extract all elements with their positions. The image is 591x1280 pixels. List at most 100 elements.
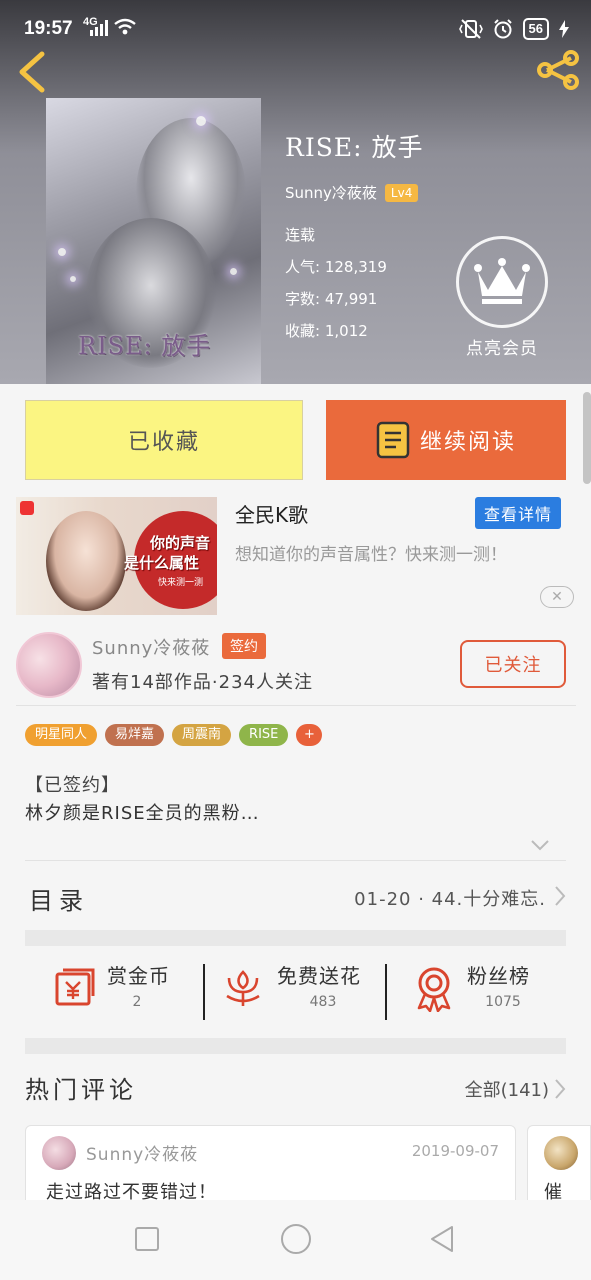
ad-title: 全民K歌 xyxy=(235,503,309,527)
red-envelope-icon xyxy=(55,968,95,1006)
favorites-value: 1,012 xyxy=(324,322,368,340)
ad-app-badge-icon xyxy=(20,501,34,515)
cover-bokeh xyxy=(230,268,237,275)
tag-2[interactable]: 周震南 xyxy=(172,724,232,746)
reward-coins-label: 赏金币 xyxy=(107,964,170,988)
continue-reading-button[interactable]: 继续阅读 xyxy=(326,400,566,480)
popularity-label: 人气: xyxy=(285,258,321,276)
tag-1[interactable]: 易烊嘉 xyxy=(105,724,165,746)
recent-apps-icon[interactable] xyxy=(134,1224,160,1254)
favorites-row: 收藏: 1,012 xyxy=(285,315,423,347)
book-title: RISE: 放手 xyxy=(285,133,424,162)
vibrate-icon xyxy=(458,19,483,39)
chevron-right-icon xyxy=(555,886,566,906)
book-header: 19:57 4G 56 RISE: 放手 RISE: 放手 Sunny冷莜莜 L… xyxy=(0,0,591,384)
book-meta: 连载 人气: 128,319 字数: 47,991 收藏: 1,012 xyxy=(285,219,423,347)
ad-description: 想知道你的声音属性？快来测一测！ xyxy=(235,545,507,565)
avatar[interactable] xyxy=(16,632,82,698)
vip-button[interactable]: 点亮会员 xyxy=(456,236,548,359)
ad-image-small-text: 快来测一测 xyxy=(158,578,204,588)
divider xyxy=(16,705,576,706)
comment-date: 2019-09-07 xyxy=(411,1142,499,1160)
cover-bokeh xyxy=(196,116,206,126)
summary-line-1: 【已签约】 xyxy=(25,775,120,796)
status-time: 19:57 xyxy=(24,18,73,39)
ad-image-text-line2: 是什么属性 xyxy=(124,554,200,572)
author-card[interactable]: Sunny冷莜莜 签约 著有14部作品·234人关注 已关注 xyxy=(16,630,576,702)
author-card-name: Sunny冷莜莜 xyxy=(92,638,211,659)
support-actions: 赏金币 2 免费送花 483 粉丝榜 1075 xyxy=(25,950,566,1030)
medal-icon xyxy=(417,967,451,1012)
chevron-right-icon[interactable] xyxy=(554,1078,566,1100)
send-flowers-count: 483 xyxy=(309,994,337,1010)
tag-list: 明星同人 易烊嘉 周震南 RISE + xyxy=(25,724,323,746)
ad-detail-button[interactable]: 查看详情 xyxy=(474,497,561,529)
words-label: 字数: xyxy=(285,290,321,308)
toc-latest-chapter: 01-20 · 44.十分难忘. xyxy=(354,889,546,910)
author-stats: 著有14部作品·234人关注 xyxy=(92,672,313,693)
home-icon[interactable] xyxy=(280,1222,312,1256)
ad-banner[interactable]: 你的声音 是什么属性 快来测一测 全民K歌 查看详情 想知道你的声音属性？快来测… xyxy=(16,497,576,615)
share-icon[interactable] xyxy=(535,50,581,90)
back-arrow-icon[interactable] xyxy=(14,50,50,94)
section-divider xyxy=(25,930,566,946)
book-cover[interactable]: RISE: 放手 xyxy=(46,98,261,384)
send-flowers-label: 免费送花 xyxy=(277,964,361,988)
words-row: 字数: 47,991 xyxy=(285,283,423,315)
main-content: 已收藏 继续阅读 你的声音 是什么属性 快来测一测 全民K歌 查看详情 想知道你… xyxy=(0,384,591,1215)
add-tag-button[interactable]: + xyxy=(296,724,323,746)
status-bar: 19:57 4G 56 xyxy=(0,0,591,56)
battery-indicator: 56 xyxy=(522,18,549,40)
avatar[interactable] xyxy=(42,1136,76,1170)
back-nav-icon[interactable] xyxy=(428,1224,456,1254)
crown-icon xyxy=(474,258,530,304)
ad-close-icon[interactable]: ✕ xyxy=(540,586,574,608)
system-nav-bar xyxy=(0,1200,591,1280)
author-line: Sunny冷莜莜 Lv4 xyxy=(285,182,423,203)
tag-3[interactable]: RISE xyxy=(239,724,289,746)
cover-bokeh xyxy=(58,248,66,256)
book-info: RISE: 放手 Sunny冷莜莜 Lv4 连载 人气: 128,319 字数:… xyxy=(285,128,423,347)
vip-label: 点亮会员 xyxy=(466,339,538,359)
reward-coins-count: 2 xyxy=(132,994,142,1010)
charging-icon xyxy=(559,20,569,38)
summary-line-2: 林夕颜是RISE全员的黑粉… xyxy=(25,803,260,824)
flower-icon xyxy=(226,970,260,1006)
comment-username[interactable]: Sunny冷莜莜 xyxy=(86,1140,198,1165)
cover-title: RISE: 放手 xyxy=(78,332,212,360)
scrollbar[interactable] xyxy=(583,392,591,484)
ad-person-illustration xyxy=(46,511,126,611)
vip-badge xyxy=(456,236,548,328)
toc-title: 目录 xyxy=(29,887,89,915)
ad-image-text: 你的声音 是什么属性 xyxy=(124,533,210,573)
signed-badge: 签约 xyxy=(222,633,266,659)
fan-ranking-label: 粉丝榜 xyxy=(467,964,530,988)
wifi-icon xyxy=(114,18,136,35)
signal-icon xyxy=(90,20,108,36)
chevron-down-icon[interactable] xyxy=(530,838,550,852)
collected-button[interactable]: 已收藏 xyxy=(25,400,303,480)
level-badge: Lv4 xyxy=(384,183,419,202)
continue-reading-label: 继续阅读 xyxy=(419,430,516,455)
section-divider xyxy=(25,1038,566,1054)
words-value: 47,991 xyxy=(324,290,378,308)
alarm-icon xyxy=(493,19,512,39)
author-name[interactable]: Sunny冷莜莜 xyxy=(285,182,377,203)
tag-0[interactable]: 明星同人 xyxy=(25,724,98,746)
avatar[interactable] xyxy=(544,1136,578,1170)
fan-ranking-count: 1075 xyxy=(485,994,521,1010)
table-of-contents-row[interactable]: 目录 01-20 · 44.十分难忘. xyxy=(25,860,566,930)
action-separator xyxy=(385,964,387,1020)
favorites-label: 收藏: xyxy=(285,322,321,340)
ad-image-text-line1: 你的声音 xyxy=(150,534,211,552)
ad-image[interactable]: 你的声音 是什么属性 快来测一测 xyxy=(16,497,217,615)
hot-comments-title: 热门评论 xyxy=(25,1076,137,1104)
popularity-row: 人气: 128,319 xyxy=(285,251,423,283)
all-comments-link[interactable]: 全部(141) xyxy=(465,1076,549,1102)
cover-bokeh xyxy=(70,276,76,282)
followed-button[interactable]: 已关注 xyxy=(460,640,566,688)
popularity-value: 128,319 xyxy=(324,258,387,276)
action-separator xyxy=(203,964,205,1020)
book-status: 连载 xyxy=(285,226,316,244)
book-summary: 【已签约】 林夕颜是RISE全员的黑粉… xyxy=(25,772,260,828)
